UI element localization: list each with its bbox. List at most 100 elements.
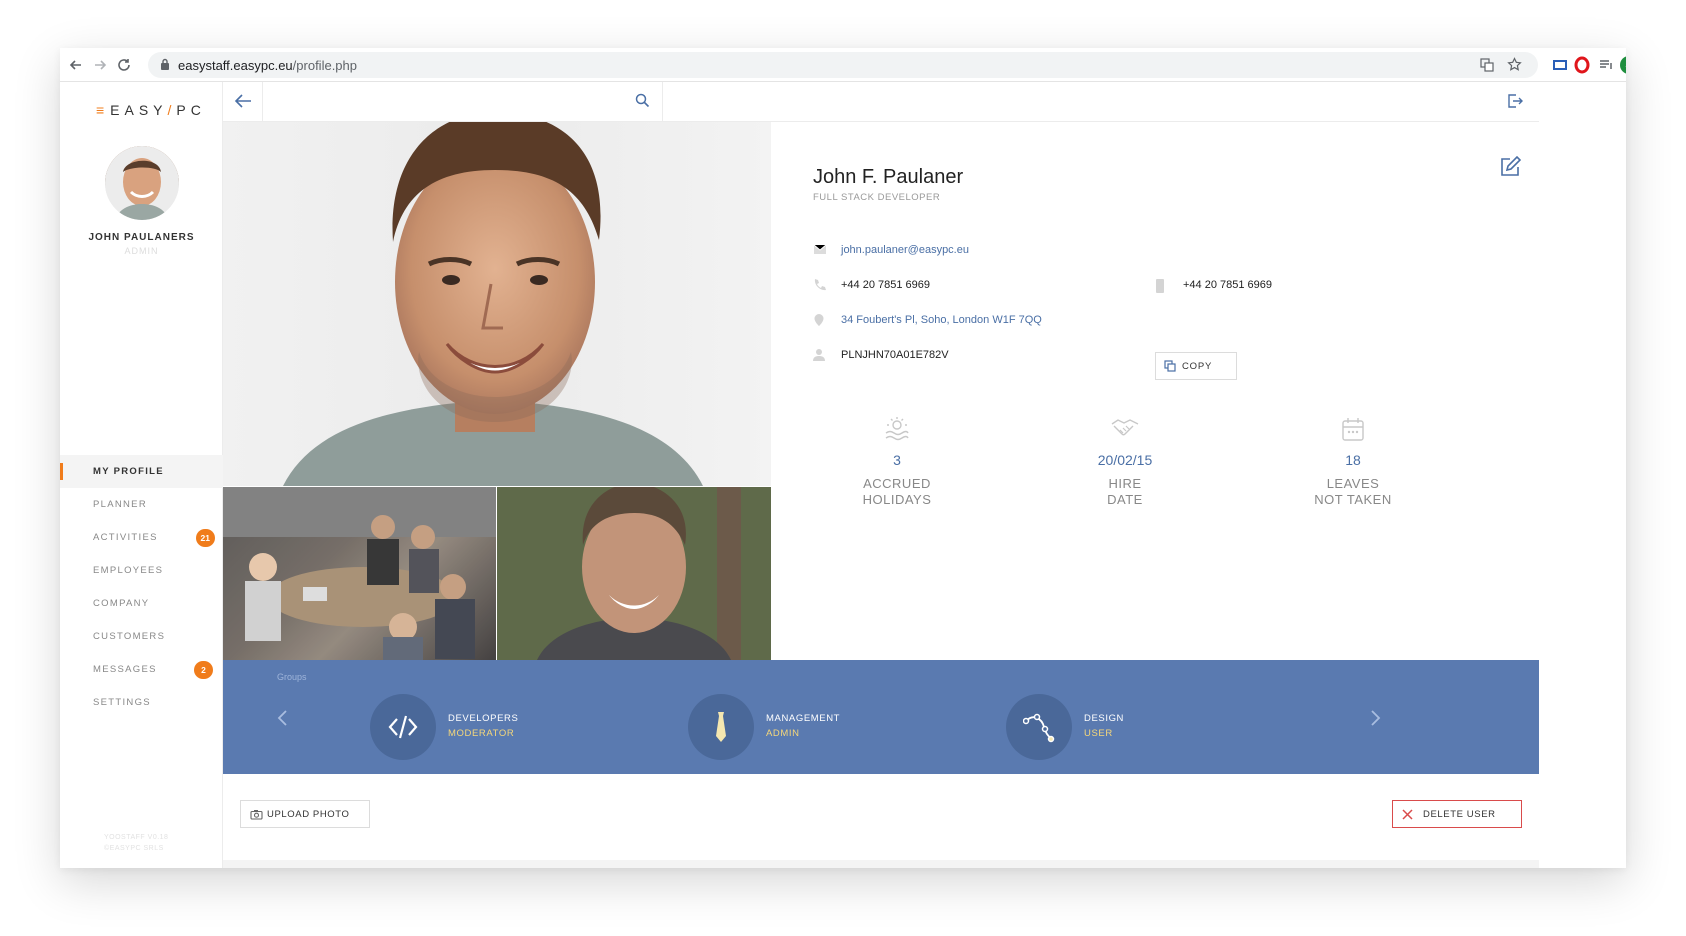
close-icon: [1402, 809, 1413, 820]
activities-count-badge: 21: [195, 529, 215, 547]
avatar[interactable]: [105, 146, 179, 220]
top-bar: [223, 82, 1539, 122]
sidebar-item-label: COMPANY: [93, 598, 150, 609]
groups-label: Groups: [277, 672, 307, 682]
main-profile-photo[interactable]: [223, 122, 771, 486]
search-box: [263, 82, 663, 121]
url-host: easystaff.easypc.eu: [178, 58, 293, 73]
back-arrow-icon[interactable]: [66, 55, 86, 75]
camera-icon: [250, 810, 263, 820]
groups-carousel: Groups DEVELOPERS MODERATOR MANAGEMENT A…: [223, 660, 1539, 774]
delete-user-label: DELETE USER: [1423, 809, 1496, 820]
edit-icon[interactable]: [1499, 156, 1521, 178]
copy-icon: [1164, 360, 1176, 372]
mobile-value: +44 20 7851 6969: [1183, 279, 1273, 291]
stat-label-line1: LEAVES: [1326, 476, 1380, 491]
lock-icon: [161, 58, 169, 70]
avatar-face-icon: [105, 146, 179, 220]
back-button[interactable]: [223, 82, 263, 121]
tie-icon: [716, 712, 726, 742]
url-path: /profile.php: [292, 58, 357, 73]
logo-prefix: EASY: [110, 102, 168, 118]
handshake-icon: [1111, 419, 1139, 436]
extension-icon[interactable]: [1550, 55, 1570, 75]
copy-label: COPY: [1182, 361, 1213, 372]
sidebar-item-label: SETTINGS: [93, 697, 151, 708]
sidebar-item-label: ACTIVITIES: [93, 532, 158, 543]
meeting-photo-thumbnail[interactable]: [223, 487, 496, 660]
mobile-phone-icon: [1156, 279, 1164, 293]
group-name: DESIGN: [1084, 713, 1125, 724]
stat-label-line1: HIRE: [1108, 476, 1142, 491]
group-name: DEVELOPERS: [448, 713, 519, 724]
group-role: ADMIN: [766, 728, 800, 739]
content-right-margin: [1539, 122, 1626, 868]
beach-icon: [885, 417, 909, 441]
sidebar-item-settings[interactable]: SETTINGS: [60, 686, 223, 719]
copyright-text: ©EASYPC SRLS: [104, 845, 164, 852]
opera-icon[interactable]: [1572, 55, 1592, 75]
sidebar-item-activities[interactable]: ACTIVITIES 21: [60, 521, 223, 554]
code-icon: [388, 715, 418, 739]
leaves-not-taken-value: 18: [1345, 452, 1361, 468]
location-pin-icon: [814, 314, 824, 326]
translate-icon[interactable]: [1480, 58, 1494, 72]
copy-button[interactable]: COPY: [1155, 352, 1237, 380]
portrait-image: [283, 122, 703, 486]
footer-actions: UPLOAD PHOTO DELETE USER: [223, 774, 1539, 868]
email-link[interactable]: john.paulaner@easypc.eu: [841, 244, 969, 256]
footer-divider: [223, 860, 1539, 868]
search-input[interactable]: [273, 90, 613, 112]
group-role: MODERATOR: [448, 728, 515, 739]
portrait-photo-thumbnail[interactable]: [497, 483, 771, 660]
sidebar-item-customers[interactable]: CUSTOMERS: [60, 620, 223, 653]
delete-user-button[interactable]: DELETE USER: [1392, 800, 1522, 828]
chevron-right-icon[interactable]: [1365, 708, 1385, 728]
meeting-image: [223, 487, 496, 660]
reload-icon[interactable]: [114, 55, 134, 75]
address-bar[interactable]: easystaff.easypc.eu/profile.php: [148, 52, 1538, 78]
sidebar-item-planner[interactable]: PLANNER: [60, 488, 223, 521]
bezier-icon: [1023, 713, 1055, 743]
group-icon-circle: [370, 694, 436, 760]
version-info: YOOSTAFF V0.18 ©EASYPC SRLS: [104, 832, 168, 854]
sidebar: ≡ EASY/PC JOHN PAULANERS ADMIN MY PROFILE…: [60, 82, 223, 868]
stat-label-line1: ACCRUED: [863, 476, 931, 491]
user-icon: [813, 349, 825, 361]
app-logo[interactable]: ≡ EASY/PC: [96, 102, 206, 118]
forward-arrow-icon[interactable]: [90, 55, 110, 75]
chevron-left-icon[interactable]: [273, 708, 293, 728]
arrow-left-icon: [234, 94, 251, 108]
profile-name: John F. Paulaner: [813, 166, 964, 188]
group-name: MANAGEMENT: [766, 713, 841, 724]
job-title: FULL STACK DEVELOPER: [813, 192, 941, 203]
sidebar-item-label: PLANNER: [93, 499, 147, 510]
messages-count-badge: 2: [194, 661, 213, 679]
group-icon-circle: [1006, 694, 1072, 760]
sidebar-item-company[interactable]: COMPANY: [60, 587, 223, 620]
upload-photo-button[interactable]: UPLOAD PHOTO: [240, 800, 370, 828]
user-role: ADMIN: [124, 246, 159, 256]
bookmark-star-icon[interactable]: [1507, 57, 1522, 72]
logo-suffix: PC: [176, 102, 206, 118]
hire-date-value: 20/02/15: [1097, 452, 1153, 468]
browser-window: easystaff.easypc.eu/profile.php A ≡ EASY /…: [60, 48, 1626, 868]
phone-value: +44 20 7851 6969: [841, 279, 931, 291]
sidebar-item-employees[interactable]: EMPLOYEES: [60, 554, 223, 587]
profile-avatar-icon[interactable]: A: [1620, 56, 1626, 74]
sidebar-item-label: MESSAGES: [93, 664, 157, 675]
logout-icon[interactable]: [1507, 93, 1523, 109]
address-link[interactable]: 34 Foubert's Pl, Soho, London W1F 7QQ: [841, 314, 1042, 326]
logo-mark-icon: ≡: [96, 102, 105, 118]
sidebar-item-label: EMPLOYEES: [93, 565, 164, 576]
envelope-icon: [813, 244, 827, 254]
calendar-icon: [1342, 418, 1364, 441]
search-icon[interactable]: [635, 93, 650, 108]
sidebar-item-messages[interactable]: MESSAGES 2: [60, 653, 223, 686]
accrued-holidays-value: 3: [893, 452, 901, 468]
phone-icon: [814, 279, 826, 291]
sidebar-item-my-profile[interactable]: MY PROFILE: [60, 455, 223, 488]
sidebar-item-label: CUSTOMERS: [93, 631, 166, 642]
fiscal-code-value: PLNJHN70A01E782V: [841, 349, 949, 361]
media-playlist-icon[interactable]: [1596, 55, 1616, 75]
